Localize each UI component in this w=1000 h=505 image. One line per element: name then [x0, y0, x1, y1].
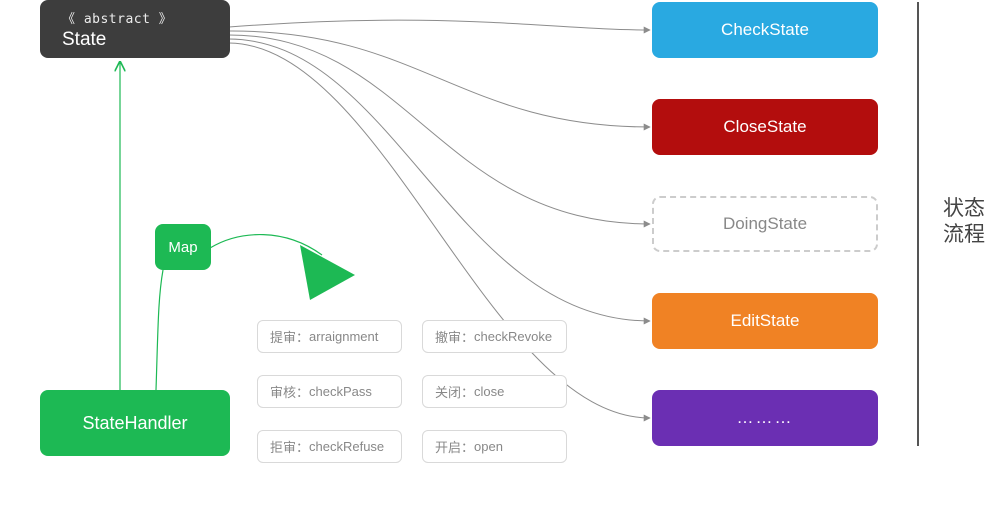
method-en: checkRefuse — [309, 439, 384, 454]
map-label: Map — [168, 239, 197, 256]
method-en: arraignment — [309, 329, 378, 344]
check-state-box: CheckState — [652, 2, 878, 58]
method-pill-open: 开启：open — [422, 430, 567, 463]
state-class-box: 《 abstract 》 State — [40, 0, 230, 58]
state-handler-box: StateHandler — [40, 390, 230, 456]
close-state-label: CloseState — [723, 117, 806, 137]
state-stereotype: 《 abstract 》 — [62, 8, 172, 27]
close-state-box: CloseState — [652, 99, 878, 155]
side-label-line1: 状态 — [943, 196, 985, 222]
method-pill-checkpass: 审核：checkPass — [257, 375, 402, 408]
side-label: 状态 流程 — [943, 196, 985, 249]
method-en: open — [474, 439, 503, 454]
state-handler-label: StateHandler — [82, 413, 187, 434]
more-state-label: ……… — [737, 408, 794, 428]
method-en: checkPass — [309, 384, 372, 399]
method-pill-checkrevoke: 撤审：checkRevoke — [422, 320, 567, 353]
method-zh: 提审： — [270, 327, 309, 346]
method-en: checkRevoke — [474, 329, 552, 344]
method-zh: 拒审： — [270, 437, 309, 456]
map-box: Map — [155, 224, 211, 270]
method-zh: 审核： — [270, 382, 309, 401]
method-pill-checkrefuse: 拒审：checkRefuse — [257, 430, 402, 463]
method-pill-arraignment: 提审：arraignment — [257, 320, 402, 353]
state-class-name: State — [62, 29, 106, 51]
edit-state-label: EditState — [731, 311, 800, 331]
doing-state-label: DoingState — [723, 214, 807, 234]
method-zh: 开启： — [435, 437, 474, 456]
check-state-label: CheckState — [721, 20, 809, 40]
doing-state-box: DoingState — [652, 196, 878, 252]
more-state-box: ……… — [652, 390, 878, 446]
method-zh: 撤审： — [435, 327, 474, 346]
vertical-divider — [917, 2, 919, 446]
side-label-line2: 流程 — [943, 222, 985, 248]
edit-state-box: EditState — [652, 293, 878, 349]
method-zh: 关闭： — [435, 382, 474, 401]
method-en: close — [474, 384, 504, 399]
method-pill-close: 关闭：close — [422, 375, 567, 408]
